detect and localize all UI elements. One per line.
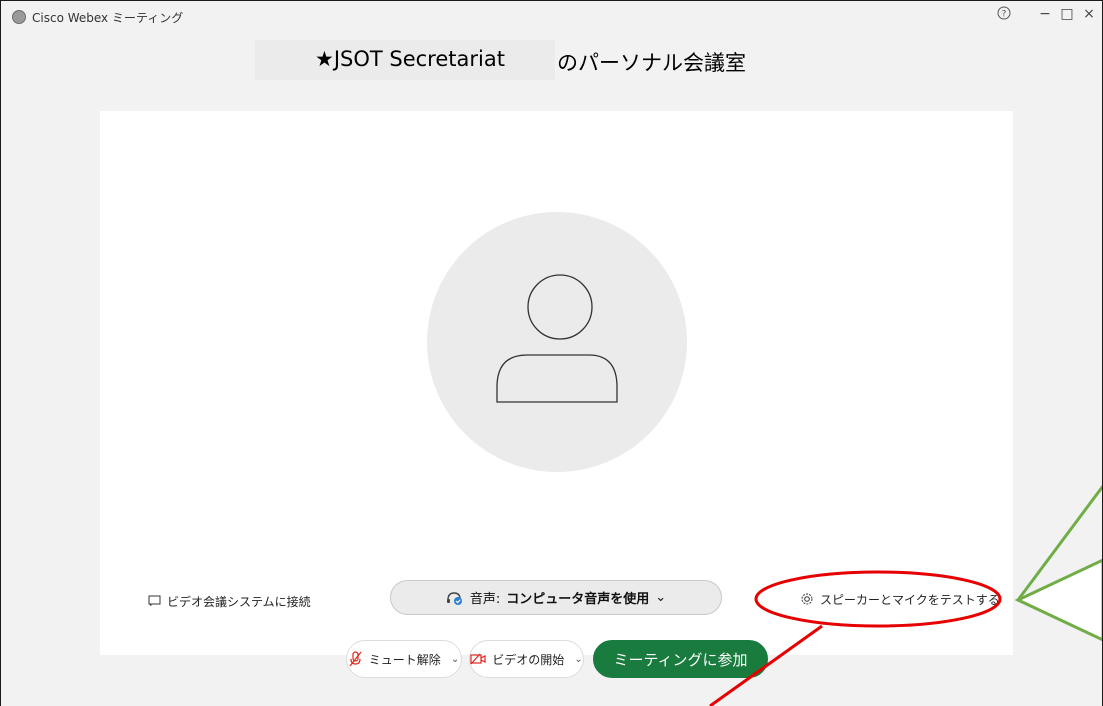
webex-window: Cisco Webex ミーティング ? − □ × ★JSOT Secreta… [0,0,1103,706]
window-frame [0,0,1103,706]
